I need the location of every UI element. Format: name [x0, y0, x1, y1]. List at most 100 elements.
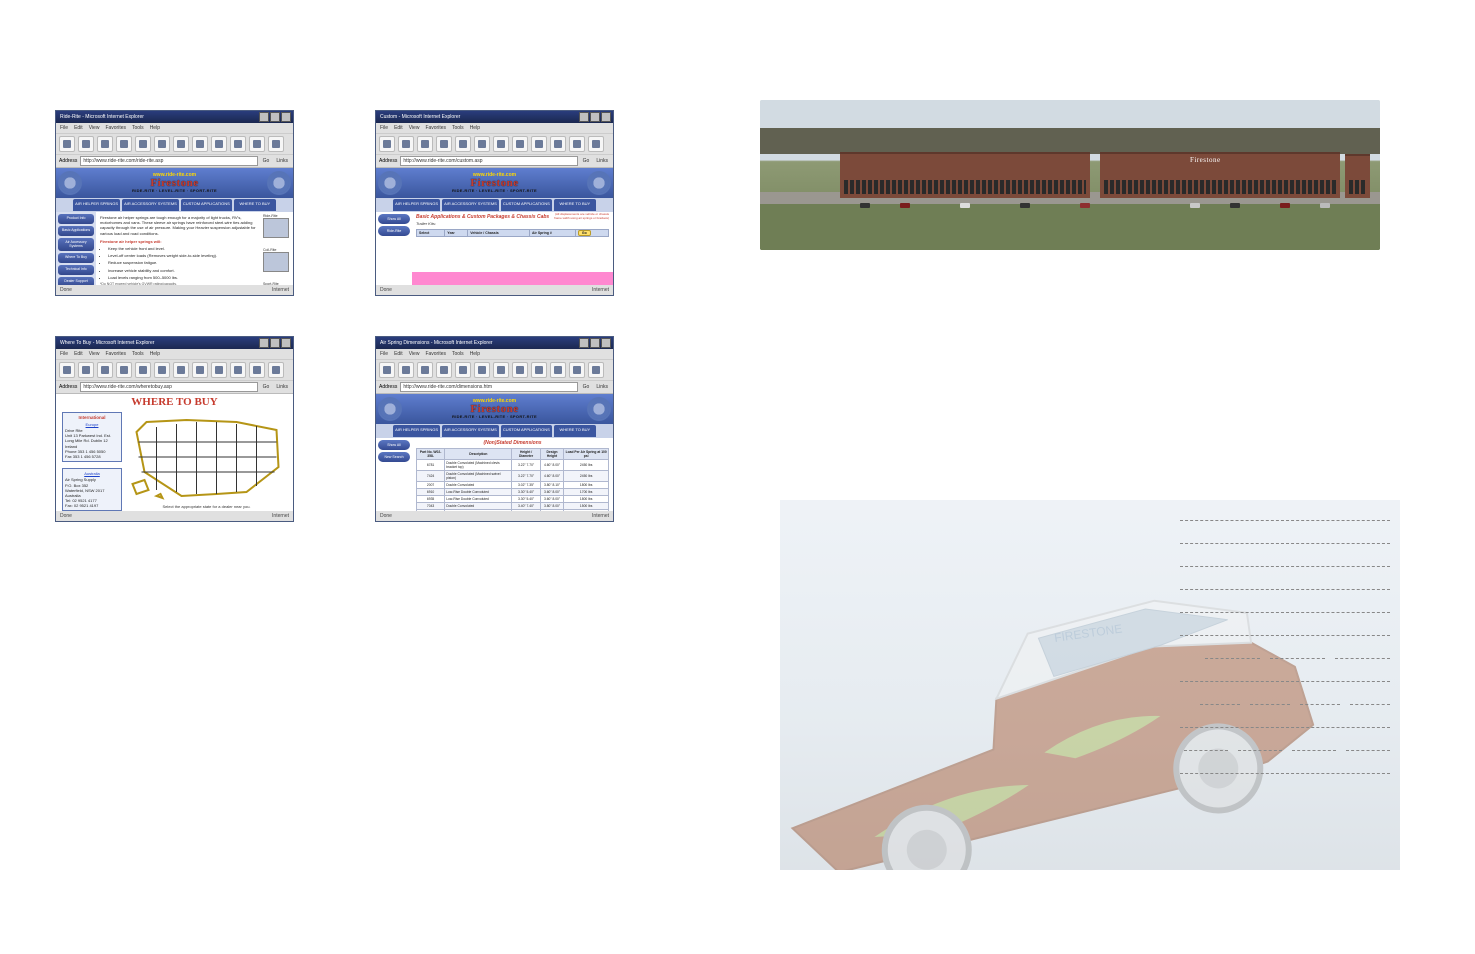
search-button[interactable] [474, 136, 490, 152]
favorites-button[interactable] [493, 136, 509, 152]
forward-button[interactable] [398, 362, 414, 378]
tab-air-helper[interactable]: AIR HELPER SPRINGS [393, 425, 440, 437]
address-input[interactable]: http://www.ride-rite.com/dimensions.htm [400, 382, 577, 392]
sidebar-item[interactable]: Ride-Rite [378, 226, 410, 236]
links-label[interactable]: Links [274, 158, 290, 164]
menu-item[interactable]: Help [150, 351, 160, 357]
discuss-button[interactable] [588, 362, 604, 378]
region-link[interactable]: Australia [65, 471, 119, 476]
titlebar[interactable]: Air Spring Dimensions - Microsoft Intern… [376, 337, 613, 349]
blank-line[interactable] [1350, 704, 1390, 705]
discuss-button[interactable] [268, 136, 284, 152]
titlebar[interactable]: Where To Buy - Microsoft Internet Explor… [56, 337, 293, 349]
edit-button[interactable] [569, 136, 585, 152]
discuss-button[interactable] [588, 136, 604, 152]
home-button[interactable] [455, 136, 471, 152]
menu-item[interactable]: Edit [394, 351, 403, 357]
menu-item[interactable]: File [380, 351, 388, 357]
menu-item[interactable]: Tools [132, 351, 144, 357]
go-button[interactable]: Go [581, 384, 592, 390]
refresh-button[interactable] [436, 362, 452, 378]
tab-air-accessory[interactable]: AIR ACCESSORY SYSTEMS [442, 199, 499, 211]
sidebar-item[interactable]: Product Info [58, 214, 94, 224]
menu-item[interactable]: File [60, 125, 68, 131]
tab-custom[interactable]: CUSTOM APPLICATIONS [501, 199, 552, 211]
menubar[interactable]: File Edit View Favorites Tools Help [56, 349, 293, 359]
menu-item[interactable]: Help [470, 125, 480, 131]
menu-item[interactable]: File [60, 351, 68, 357]
menubar[interactable]: File Edit View Favorites Tools Help [376, 123, 613, 133]
menu-item[interactable]: Help [150, 125, 160, 131]
history-button[interactable] [192, 136, 208, 152]
sidebar-item[interactable]: Basic Applications [58, 226, 94, 236]
stop-button[interactable] [417, 362, 433, 378]
print-button[interactable] [230, 136, 246, 152]
edit-button[interactable] [249, 362, 265, 378]
menu-item[interactable]: Edit [74, 125, 83, 131]
favorites-button[interactable] [493, 362, 509, 378]
minimize-icon[interactable] [579, 112, 589, 122]
blank-line[interactable] [1335, 658, 1390, 659]
blank-line[interactable] [1180, 635, 1390, 636]
menu-item[interactable]: Favorites [425, 351, 446, 357]
maximize-icon[interactable] [270, 112, 280, 122]
menubar[interactable]: File Edit View Favorites Tools Help [376, 349, 613, 359]
address-input[interactable]: http://www.ride-rite.com/wheretobuy.asp [80, 382, 257, 392]
edit-button[interactable] [569, 362, 585, 378]
stop-button[interactable] [417, 136, 433, 152]
print-button[interactable] [230, 362, 246, 378]
history-button[interactable] [192, 362, 208, 378]
tab-custom[interactable]: CUSTOM APPLICATIONS [501, 425, 552, 437]
menu-item[interactable]: Favorites [425, 125, 446, 131]
home-button[interactable] [135, 136, 151, 152]
home-button[interactable] [135, 362, 151, 378]
stop-button[interactable] [97, 136, 113, 152]
favorites-button[interactable] [173, 362, 189, 378]
refresh-button[interactable] [116, 362, 132, 378]
minimize-icon[interactable] [259, 112, 269, 122]
tab-air-helper[interactable]: AIR HELPER SPRINGS [393, 199, 440, 211]
back-button[interactable] [379, 362, 395, 378]
print-button[interactable] [550, 362, 566, 378]
sidebar-item[interactable]: Where To Buy [58, 253, 94, 263]
minimize-icon[interactable] [579, 338, 589, 348]
search-button[interactable] [154, 362, 170, 378]
menu-item[interactable]: View [89, 125, 100, 131]
address-input[interactable]: http://www.ride-rite.com/ride-rite.asp [80, 156, 257, 166]
address-input[interactable]: http://www.ride-rite.com/custom.asp [400, 156, 577, 166]
blank-line[interactable] [1238, 750, 1282, 751]
print-button[interactable] [550, 136, 566, 152]
product-thumbnail[interactable] [263, 252, 289, 272]
close-icon[interactable] [281, 338, 291, 348]
tab-where-to-buy[interactable]: WHERE TO BUY [554, 425, 596, 437]
product-thumbnail[interactable] [263, 218, 289, 238]
close-icon[interactable] [601, 112, 611, 122]
links-label[interactable]: Links [594, 158, 610, 164]
forward-button[interactable] [398, 136, 414, 152]
maximize-icon[interactable] [270, 338, 280, 348]
links-label[interactable]: Links [594, 384, 610, 390]
blank-line[interactable] [1180, 612, 1390, 613]
links-label[interactable]: Links [274, 384, 290, 390]
tab-where-to-buy[interactable]: WHERE TO BUY [234, 199, 276, 211]
refresh-button[interactable] [436, 136, 452, 152]
blank-line[interactable] [1184, 750, 1228, 751]
us-map[interactable] [126, 412, 287, 502]
back-button[interactable] [379, 136, 395, 152]
go-button[interactable]: Go [261, 384, 272, 390]
tab-where-to-buy[interactable]: WHERE TO BUY [554, 199, 596, 211]
sidebar-item[interactable]: Show All [378, 440, 410, 450]
home-button[interactable] [455, 362, 471, 378]
menu-item[interactable]: Edit [394, 125, 403, 131]
back-button[interactable] [59, 136, 75, 152]
menubar[interactable]: File Edit View Favorites Tools Help [56, 123, 293, 133]
menu-item[interactable]: Help [470, 351, 480, 357]
blank-line[interactable] [1250, 704, 1290, 705]
sidebar-item[interactable]: Dealer Support [58, 277, 94, 285]
blank-line[interactable] [1180, 566, 1390, 567]
sidebar-item[interactable]: Air Accessory Systems [58, 238, 94, 252]
sidebar-item[interactable]: Show All [378, 214, 410, 224]
sidebar-item[interactable]: Technical Info [58, 265, 94, 275]
edit-button[interactable] [249, 136, 265, 152]
minimize-icon[interactable] [259, 338, 269, 348]
